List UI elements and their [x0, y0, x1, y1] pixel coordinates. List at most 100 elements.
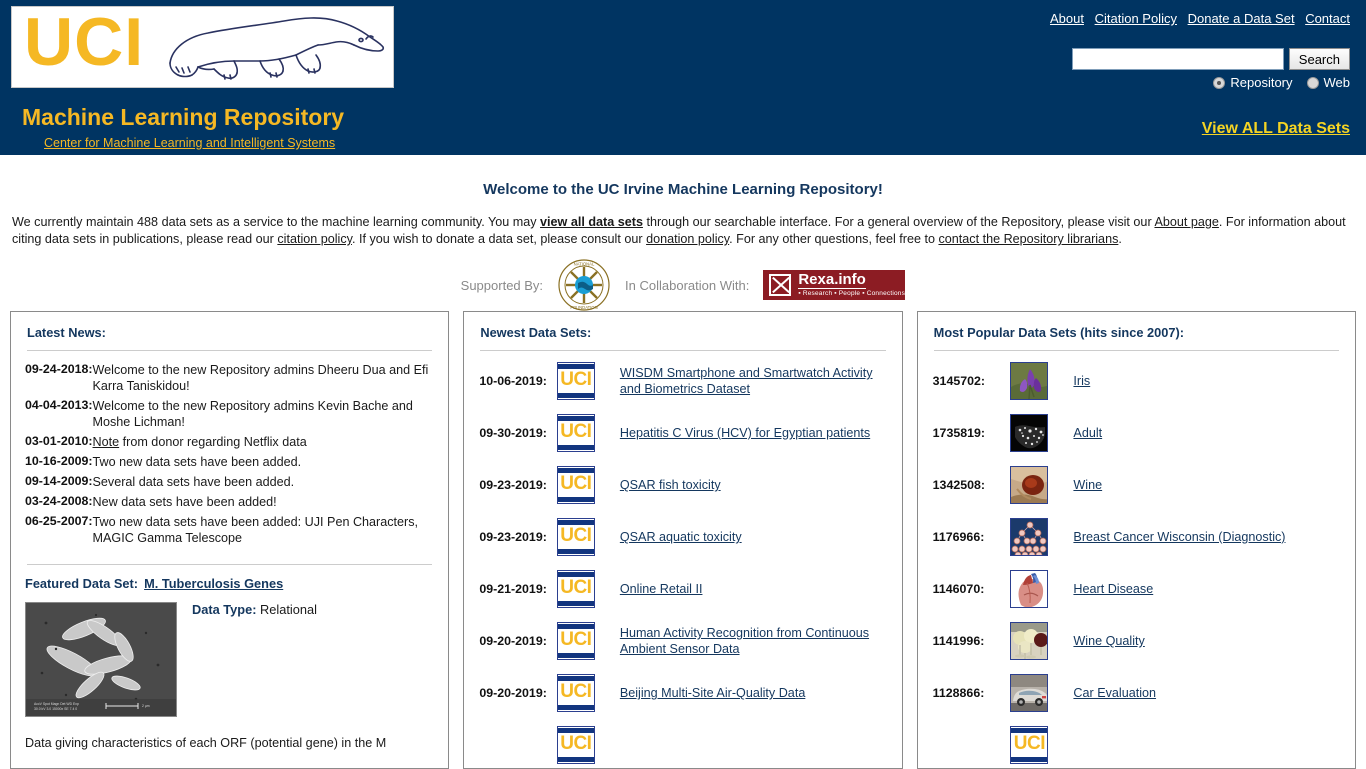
web-radio-icon[interactable]	[1306, 76, 1319, 89]
scope-web[interactable]: Web	[1306, 75, 1351, 90]
intro-text-1: We currently maintain 488 data sets as a…	[12, 215, 541, 229]
news-date: 04-04-2013:	[25, 398, 93, 412]
dataset-link[interactable]: Wine	[1073, 478, 1102, 492]
uci-wordmark: UCI	[24, 4, 145, 80]
uci-logo-thumb-icon[interactable]: UCI	[556, 466, 595, 504]
dataset-name-cell: Online Retail II	[609, 563, 888, 615]
dataset-name-cell	[1062, 719, 1341, 768]
dataset-thumb-cell: UCI	[556, 355, 609, 407]
search-button[interactable]: Search	[1288, 48, 1350, 70]
web-radio-label[interactable]: Web	[1324, 75, 1351, 90]
car-photo-thumb-icon[interactable]	[1010, 674, 1049, 712]
dataset-link[interactable]: Adult	[1073, 426, 1102, 440]
nsf-logo-icon[interactable]: NATIONAL FOUNDATION	[557, 258, 611, 312]
table-row: 1141996: Wine Quality	[932, 615, 1341, 667]
heart-anatomy-thumb-icon[interactable]	[1010, 570, 1049, 608]
uci-logo-thumb-icon[interactable]: UCI	[556, 622, 595, 660]
link-view-all-data-sets[interactable]: view all data sets	[540, 215, 643, 229]
iris-flower-thumb-icon[interactable]	[1010, 362, 1049, 400]
nav-contact[interactable]: Contact	[1305, 11, 1350, 26]
cell-diagram-thumb-icon[interactable]	[1010, 518, 1049, 556]
news-date: 03-01-2010:	[25, 434, 93, 448]
wine-glasses-thumb-icon[interactable]	[1010, 622, 1049, 660]
collaboration-label: In Collaboration With:	[625, 277, 750, 293]
table-row: 09-23-2019: UCI QSAR fish toxicity	[478, 459, 887, 511]
dataset-date: 09-30-2019:	[479, 426, 547, 440]
site-subtitle-link[interactable]: Center for Machine Learning and Intellig…	[44, 136, 335, 150]
dataset-link[interactable]: Iris	[1073, 374, 1090, 388]
uci-logo-thumb-icon[interactable]: UCI	[556, 518, 595, 556]
dataset-name-cell: Car Evaluation	[1062, 667, 1341, 719]
featured-data-set-link[interactable]: M. Tuberculosis Genes	[144, 576, 283, 591]
nav-citation-policy[interactable]: Citation Policy	[1095, 11, 1177, 26]
rexa-logo[interactable]: Rexa.info ▪ Research ▪ People ▪ Connecti…	[763, 270, 906, 300]
news-text: Two new data sets have been added.	[92, 455, 302, 469]
repository-radio-label[interactable]: Repository	[1230, 75, 1292, 90]
featured-metadata: Data Type: Relational	[192, 602, 317, 717]
dataset-name-cell: Heart Disease	[1062, 563, 1341, 615]
dataset-link[interactable]: Hepatitis C Virus (HCV) for Egyptian pat…	[620, 426, 870, 440]
dataset-thumb-cell: UCI	[556, 459, 609, 511]
page-title: Welcome to the UC Irvine Machine Learnin…	[483, 181, 883, 198]
dataset-name-cell: Beijing Multi-Site Air-Quality Data	[609, 667, 888, 719]
dataset-thumb-cell: UCI	[556, 719, 609, 768]
dataset-link[interactable]: Heart Disease	[1073, 582, 1153, 596]
data-type-value: Relational	[260, 602, 317, 617]
link-donation-policy[interactable]: donation policy	[646, 232, 729, 246]
usa-night-map-thumb-icon[interactable]	[1010, 414, 1049, 452]
uci-logo-thumb-icon[interactable]: UCI	[1010, 726, 1049, 764]
dataset-name-cell: QSAR fish toxicity	[609, 459, 888, 511]
welcome-section: Welcome to the UC Irvine Machine Learnin…	[0, 181, 1366, 312]
table-row: 1176966: Breast Cancer Wisconsin (Diagno…	[932, 511, 1341, 563]
anteater-mascot-icon	[169, 17, 385, 80]
nav-about[interactable]: About	[1050, 11, 1084, 26]
dataset-thumb-cell	[1010, 563, 1062, 615]
scope-repository[interactable]: Repository	[1213, 75, 1293, 90]
svg-text:30.0 kV 3.0 15000x SE 7.4: 30.0 kV 3.0 15000x SE 7.4 0	[34, 707, 77, 711]
dataset-link[interactable]: Wine Quality	[1073, 634, 1144, 648]
wine-glass-thumb-icon[interactable]	[1010, 466, 1049, 504]
uci-logo-thumb-icon[interactable]: UCI	[556, 726, 595, 764]
news-text: Two new data sets have been added: UJI P…	[92, 515, 419, 545]
dataset-link[interactable]: Beijing Multi-Site Air-Quality Data	[620, 686, 805, 700]
latest-news-title: Latest News:	[27, 325, 106, 340]
dataset-link[interactable]: QSAR aquatic toxicity	[620, 530, 742, 544]
dataset-name-cell: Hepatitis C Virus (HCV) for Egyptian pat…	[609, 407, 888, 459]
news-list: 09-24-2018: Welcome to the new Repositor…	[25, 360, 434, 548]
dataset-name-cell: Breast Cancer Wisconsin (Diagnostic)	[1062, 511, 1341, 563]
uci-logo-thumb-icon[interactable]: UCI	[556, 674, 595, 712]
dataset-thumb-cell	[1010, 615, 1062, 667]
dataset-link[interactable]: QSAR fish toxicity	[620, 478, 721, 492]
dataset-name-cell: QSAR aquatic toxicity	[609, 511, 888, 563]
table-row: UCI	[932, 719, 1341, 768]
svg-text:2 µm: 2 µm	[142, 704, 150, 708]
search-scope-radios: Repository Web	[1213, 75, 1350, 90]
uci-logo-thumb-icon[interactable]: UCI	[556, 362, 595, 400]
dataset-link[interactable]: Human Activity Recognition from Continuo…	[620, 626, 869, 656]
uci-logo-thumb-icon[interactable]: UCI	[556, 570, 595, 608]
link-citation-policy[interactable]: citation policy	[277, 232, 352, 246]
view-all-data-sets-link[interactable]: View ALL Data Sets	[1202, 120, 1350, 138]
nav-donate-data-set[interactable]: Donate a Data Set	[1188, 11, 1295, 26]
news-item: 04-04-2013: Welcome to the new Repositor…	[25, 396, 434, 432]
news-date: 03-24-2008:	[25, 494, 93, 508]
most-popular-title: Most Popular Data Sets (hits since 2007)…	[933, 325, 1184, 340]
news-item: 03-24-2008: New data sets have been adde…	[25, 492, 434, 512]
dataset-date: 09-21-2019:	[479, 582, 547, 596]
dataset-link[interactable]: Online Retail II	[620, 582, 703, 596]
table-row: 09-20-2019: UCI Beijing Multi-Site Air-Q…	[478, 667, 887, 719]
most-popular-data-sets-panel: Most Popular Data Sets (hits since 2007)…	[916, 311, 1356, 769]
link-contact-librarians[interactable]: contact the Repository librarians	[938, 232, 1118, 246]
uci-logo-thumb-icon[interactable]: UCI	[556, 414, 595, 452]
repository-radio-icon[interactable]	[1213, 76, 1226, 89]
hit-count: 1342508:	[932, 478, 986, 492]
dataset-link[interactable]: WISDM Smartphone and Smartwatch Activity…	[620, 366, 873, 396]
search-input[interactable]	[1071, 48, 1284, 70]
news-note-link[interactable]: Note	[93, 435, 120, 449]
intro-text-6: .	[1118, 232, 1122, 246]
dataset-link[interactable]: Breast Cancer Wisconsin (Diagnostic)	[1073, 530, 1285, 544]
link-about-page[interactable]: About page	[1154, 215, 1218, 229]
divider	[480, 350, 886, 351]
dataset-link[interactable]: Car Evaluation	[1073, 686, 1156, 700]
tuberculosis-micrograph-image[interactable]: AccV Spot Magn Det WD Exp 30.0 kV 3.0 15…	[25, 602, 177, 717]
